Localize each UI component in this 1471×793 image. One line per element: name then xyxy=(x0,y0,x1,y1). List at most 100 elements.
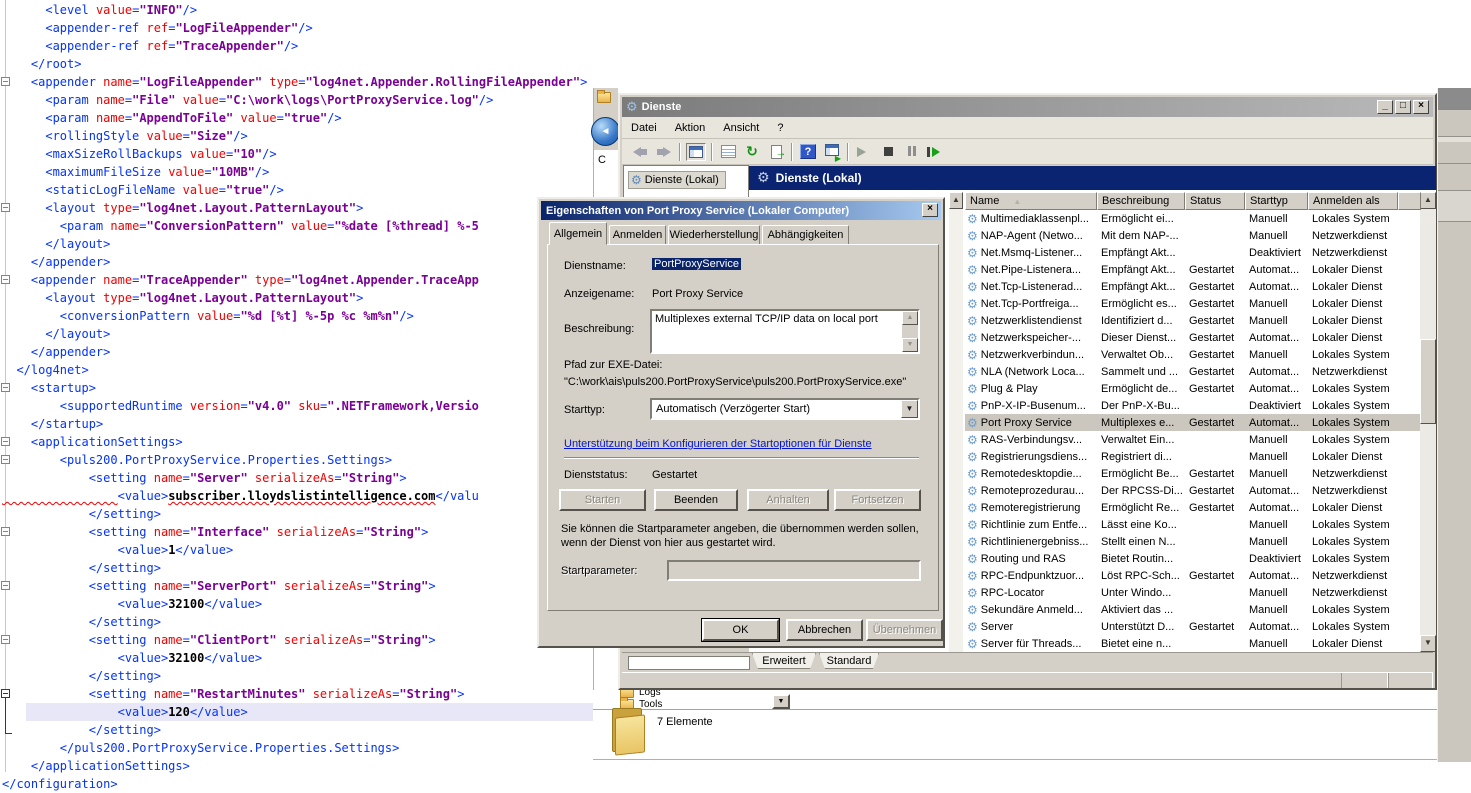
stop-service-icon[interactable] xyxy=(876,142,900,162)
restart-service-icon[interactable] xyxy=(924,142,948,162)
scroll-down-button[interactable]: ▼ xyxy=(902,338,918,352)
service-row[interactable]: ⚙Server für Threads...Bietet eine n...Ma… xyxy=(965,635,1421,652)
menu-item-datei[interactable]: Datei xyxy=(622,119,666,137)
cell-text: Registrierungsdiens... xyxy=(981,451,1087,463)
description-scrollbar[interactable]: ▲ ▼ xyxy=(902,311,918,352)
fold-marker-icon[interactable] xyxy=(1,635,10,644)
service-row[interactable]: ⚙Netzwerkverbindun...Verwaltet Ob...Gest… xyxy=(965,346,1421,363)
fold-marker-icon[interactable] xyxy=(1,437,10,446)
tab-abhaengigkeiten[interactable]: Abhängigkeiten xyxy=(762,225,849,245)
service-row[interactable]: ⚙RPC-LocatorUnter Windo...ManuellNetzwer… xyxy=(965,584,1421,601)
start-service-icon[interactable] xyxy=(852,142,876,162)
explorer-back-button[interactable]: ◄ xyxy=(591,117,620,146)
service-row[interactable]: ⚙Net.Tcp-Listenerad...Empfängt Akt...Ges… xyxy=(965,278,1421,295)
beenden-button[interactable]: Beenden xyxy=(654,489,738,511)
scroll-up-button[interactable]: ▲ xyxy=(949,192,963,209)
service-row[interactable]: ⚙Net.Pipe-Listenera...Empfängt Akt...Ges… xyxy=(965,261,1421,278)
service-row[interactable]: ⚙Routing und RASBietet Routin...Deaktivi… xyxy=(965,550,1421,567)
dienste-titlebar[interactable]: ⚙ Dienste _ □ × xyxy=(622,97,1433,117)
startoptionen-link[interactable]: Unterstützung beim Konfigurieren der Sta… xyxy=(564,438,872,450)
service-row-selected[interactable]: ⚙Port Proxy ServiceMultiplexes e...Gesta… xyxy=(965,414,1421,431)
cell-text: Dieser Dienst... xyxy=(1101,332,1176,344)
abbrechen-button[interactable]: Abbrechen xyxy=(786,619,863,641)
service-row[interactable]: ⚙Netzwerkspeicher-...Dieser Dienst...Ges… xyxy=(965,329,1421,346)
service-row[interactable]: ⚙Registrierungsdiens...Registriert di...… xyxy=(965,448,1421,465)
service-row[interactable]: ⚙NLA (Network Loca...Sammelt und ...Gest… xyxy=(965,363,1421,380)
menu-item-hilfe[interactable]: ? xyxy=(768,119,792,137)
minimize-button[interactable]: _ xyxy=(1377,100,1393,114)
service-row[interactable]: ⚙NAP-Agent (Netwo...Mit dem NAP-...Manue… xyxy=(965,227,1421,244)
column-header-name[interactable]: Name▲ xyxy=(965,192,1097,210)
tab-allgemein[interactable]: Allgemein xyxy=(549,222,607,245)
cell-text: Lokales System xyxy=(1312,400,1390,412)
service-row[interactable]: ⚙Net.Msmq-Listener...Empfängt Akt...Deak… xyxy=(965,244,1421,261)
services-scrollbar[interactable]: ▲ ▼ xyxy=(1420,192,1436,652)
service-row[interactable]: ⚙Sekundäre Anmeld...Aktiviert das ...Man… xyxy=(965,601,1421,618)
tab-wiederherstellung[interactable]: Wiederherstellung xyxy=(668,225,760,245)
starttyp-select[interactable]: Automatisch (Verzögerter Start) ▼ xyxy=(650,398,920,420)
scroll-up-button[interactable]: ▲ xyxy=(902,311,918,325)
column-header-beschreibung[interactable]: Beschreibung xyxy=(1097,192,1185,210)
menu-item-aktion[interactable]: Aktion xyxy=(666,119,715,137)
service-row[interactable]: ⚙Net.Tcp-Portfreiga...Ermöglicht es...Ge… xyxy=(965,295,1421,312)
combo-dropdown-button[interactable]: ▼ xyxy=(901,400,918,418)
code-editor[interactable]: <level value="INFO"/> <appender-ref ref=… xyxy=(0,1,612,787)
service-row[interactable]: ⚙RemoteregistrierungErmöglicht Re...Gest… xyxy=(965,499,1421,516)
tree-item-dienste-lokal[interactable]: ⚙ Dienste (Lokal) xyxy=(628,171,726,189)
forward-arrow-icon[interactable] xyxy=(652,142,676,162)
service-row[interactable]: ⚙Richtlinie zum Entfe...Lässt eine Ko...… xyxy=(965,516,1421,533)
column-header-status[interactable]: Status xyxy=(1185,192,1245,210)
new-window-icon[interactable]: ▶ xyxy=(820,142,844,162)
column-header-starttyp[interactable]: Starttyp xyxy=(1245,192,1308,210)
tab-anmelden[interactable]: Anmelden xyxy=(609,225,666,245)
service-row[interactable]: ⚙Remoteprozedurau...Der RPCSS-Di...Gesta… xyxy=(965,482,1421,499)
menu-item-ansicht[interactable]: Ansicht xyxy=(714,119,768,137)
close-icon[interactable]: × xyxy=(922,203,938,217)
scroll-up-button[interactable]: ▲ xyxy=(1420,192,1436,209)
help-icon[interactable]: ? xyxy=(796,142,820,162)
fold-marker-icon[interactable] xyxy=(1,383,10,392)
service-row[interactable]: ⚙Multimediaklassenpl...Ermöglicht ei...M… xyxy=(965,210,1421,227)
service-logonas-cell: Lokales System xyxy=(1308,431,1398,448)
close-button[interactable]: × xyxy=(1413,100,1429,114)
scrollbar-thumb[interactable] xyxy=(1420,339,1436,424)
pause-service-icon[interactable] xyxy=(900,142,924,162)
description-field[interactable]: Multiplexes external TCP/IP data on loca… xyxy=(650,309,920,354)
fold-marker-icon[interactable] xyxy=(1,455,10,464)
show-console-tree-icon[interactable] xyxy=(684,142,708,162)
fold-marker-icon[interactable] xyxy=(1,581,10,590)
service-row[interactable]: ⚙NetzwerklistendienstIdentifiziert d...G… xyxy=(965,312,1421,329)
service-description-cell: Empfängt Akt... xyxy=(1097,278,1185,295)
service-gear-icon: ⚙ xyxy=(967,399,978,413)
refresh-icon[interactable]: ↻ xyxy=(740,142,764,162)
service-description-cell: Löst RPC-Sch... xyxy=(1097,567,1185,584)
tab-erweitert[interactable]: Erweitert xyxy=(752,653,816,669)
ok-button[interactable]: OK xyxy=(702,619,779,641)
dialog-titlebar[interactable]: Eigenschaften von Port Proxy Service (Lo… xyxy=(541,201,941,220)
service-description-cell: Stellt einen N... xyxy=(1097,533,1185,550)
service-row[interactable]: ⚙PnP-X-IP-Busenum...Der PnP-X-Bu...Deakt… xyxy=(965,397,1421,414)
description-pane-scrollbar[interactable]: ▲ xyxy=(949,192,963,652)
properties-icon[interactable] xyxy=(716,142,740,162)
service-row[interactable]: ⚙Remotedesktopdie...Ermöglicht Be...Gest… xyxy=(965,465,1421,482)
service-row[interactable]: ⚙ServerUnterstützt D...GestartetAutomat.… xyxy=(965,618,1421,635)
service-row[interactable]: ⚙RPC-Endpunktzuor...Löst RPC-Sch...Gesta… xyxy=(965,567,1421,584)
back-arrow-icon[interactable] xyxy=(628,142,652,162)
export-list-icon[interactable]: → xyxy=(764,142,788,162)
service-gear-icon: ⚙ xyxy=(967,246,978,260)
tab-standard[interactable]: Standard xyxy=(819,653,879,669)
service-row[interactable]: ⚙Plug & PlayErmöglicht de...GestartetAut… xyxy=(965,380,1421,397)
explorer-dropdown-button[interactable]: ▼ xyxy=(772,694,790,709)
service-row[interactable]: ⚙RAS-Verbindungsv...Verwaltet Ein...Manu… xyxy=(965,431,1421,448)
service-starttype-cell: Manuell xyxy=(1245,516,1308,533)
toolbar-separator xyxy=(679,143,681,161)
fold-marker-icon[interactable] xyxy=(1,527,10,536)
scroll-down-button[interactable]: ▼ xyxy=(1420,635,1436,652)
service-row[interactable]: ⚙Richtlinienergebniss...Stellt einen N..… xyxy=(965,533,1421,550)
fold-marker-icon[interactable] xyxy=(1,203,10,212)
fold-marker-icon[interactable] xyxy=(1,275,10,284)
fold-marker-icon[interactable] xyxy=(1,77,10,86)
maximize-button[interactable]: □ xyxy=(1395,100,1411,114)
column-header-anmelden-als[interactable]: Anmelden als xyxy=(1308,192,1398,210)
changed-fold-marker-icon[interactable] xyxy=(1,689,10,698)
